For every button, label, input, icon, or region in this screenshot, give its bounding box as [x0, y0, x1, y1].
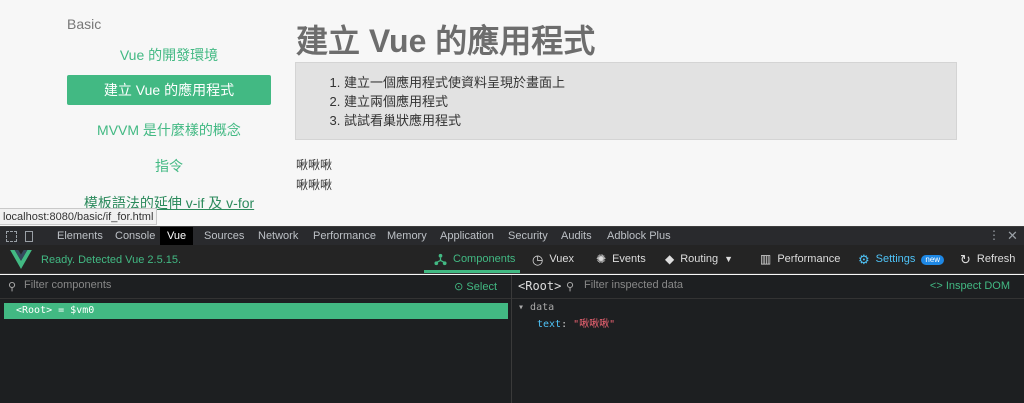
history-icon: ◷ [532, 252, 544, 267]
devtools-tab-bar: Elements Console Vue Sources Network Per… [0, 226, 1024, 246]
vue-logo-icon [10, 250, 32, 269]
notes-box: 建立一個應用程式使資料呈現於畫面上 建立兩個應用程式 試試看巢狀應用程式 [295, 62, 957, 140]
tab-application[interactable]: Application [433, 227, 501, 246]
data-section[interactable]: ▾ data [518, 302, 554, 313]
note-item: 建立兩個應用程式 [344, 92, 565, 111]
nav-events[interactable]: ✺ Events [596, 245, 646, 274]
status-url-tooltip: localhost:8080/basic/if_for.html [0, 208, 158, 225]
sidebar-item-dev-env[interactable]: Vue 的開發環境 [67, 45, 271, 65]
nav-vuex[interactable]: ◷ Vuex [532, 245, 574, 274]
more-options-icon[interactable]: ⋮ [988, 228, 1000, 242]
components-icon [434, 253, 447, 266]
inspect-dom-button[interactable]: <> Inspect DOM [930, 280, 1010, 292]
nav-routing[interactable]: ◆ Routing ▼ [665, 245, 733, 274]
tab-memory[interactable]: Memory [380, 227, 434, 246]
refresh-icon: ↻ [960, 252, 971, 267]
tab-elements[interactable]: Elements [50, 227, 110, 246]
tab-audits[interactable]: Audits [554, 227, 599, 246]
nav-performance[interactable]: ▥ Performance [760, 245, 840, 274]
routing-icon: ◆ [665, 252, 675, 266]
performance-icon: ▥ [760, 252, 772, 266]
output-text: 啾啾啾 [296, 178, 333, 192]
section-title: Basic [67, 16, 102, 32]
search-icon: ⚲ [566, 281, 575, 293]
selected-component-name: <Root> [518, 279, 562, 293]
filter-inspected-data-input[interactable] [584, 279, 884, 291]
inspector-search-row: <Root> ⚲ <> Inspect DOM [512, 275, 1024, 299]
sidebar-item-mvvm[interactable]: MVVM 是什麼樣的概念 [67, 120, 271, 140]
tab-adblock-plus[interactable]: Adblock Plus [600, 227, 678, 246]
nav-settings[interactable]: ⚙ Settings new [858, 245, 945, 274]
tab-performance[interactable]: Performance [306, 227, 383, 246]
prop-value: "啾啾啾" [573, 319, 616, 330]
components-panel: ⚲ ⊙ Select <Root> = $vm0 [0, 275, 512, 403]
output-text: 啾啾啾 [296, 158, 333, 172]
note-item: 建立一個應用程式使資料呈現於畫面上 [344, 73, 565, 92]
tab-security[interactable]: Security [501, 227, 555, 246]
tab-network[interactable]: Network [251, 227, 305, 246]
page: Basic Vue 的開發環境 建立 Vue 的應用程式 MVVM 是什麼樣的概… [0, 0, 1024, 403]
nav-refresh-label: Refresh [976, 253, 1016, 265]
note-item: 試試看巢狀應用程式 [344, 111, 565, 130]
new-badge: new [921, 254, 945, 265]
chevron-down-icon: ▼ [724, 254, 734, 264]
app-page: Basic Vue 的開發環境 建立 Vue 的應用程式 MVVM 是什麼樣的概… [0, 0, 1024, 226]
nav-refresh[interactable]: ↻ Refresh [960, 245, 1015, 274]
status-ready-text: Ready. Detected Vue 2.5.15. [41, 254, 182, 266]
nav-performance-label: Performance [777, 253, 841, 265]
page-title: 建立 Vue 的應用程式 [296, 23, 596, 59]
prop-separator: : [561, 319, 574, 330]
events-icon: ✺ [596, 252, 607, 266]
nav-events-label: Events [612, 253, 646, 265]
select-label: Select [466, 281, 497, 293]
close-icon[interactable]: ✕ [1007, 228, 1018, 244]
sidebar-item-create-app[interactable]: 建立 Vue 的應用程式 [67, 75, 271, 105]
inspect-element-icon[interactable] [6, 231, 17, 242]
notes-list: 建立一個應用程式使資料呈現於畫面上 建立兩個應用程式 試試看巢狀應用程式 [326, 73, 565, 130]
device-toolbar-icon[interactable] [25, 231, 33, 242]
components-search-row: ⚲ ⊙ Select [0, 275, 511, 299]
inspector-panel: <Root> ⚲ <> Inspect DOM ▾ data text: "啾啾… [512, 275, 1024, 403]
inspect-dom-label: Inspect DOM [945, 280, 1010, 292]
prop-key: text [537, 319, 562, 330]
active-tab-indicator [424, 270, 520, 273]
sidebar-item-directives[interactable]: 指令 [67, 156, 271, 176]
data-property-row[interactable]: text: "啾啾啾" [537, 315, 615, 330]
select-component-button[interactable]: ⊙ Select [454, 280, 497, 293]
tab-console[interactable]: Console [108, 227, 162, 246]
component-tree-root[interactable]: <Root> = $vm0 [4, 303, 508, 319]
nav-vuex-label: Vuex [549, 253, 575, 265]
filter-components-input[interactable] [24, 279, 324, 291]
tab-sources[interactable]: Sources [197, 227, 251, 246]
nav-routing-label: Routing [680, 253, 719, 265]
search-icon: ⚲ [8, 281, 17, 293]
tab-vue[interactable]: Vue [160, 227, 194, 246]
data-section-label: data [530, 302, 555, 313]
nav-settings-label: Settings [875, 253, 916, 265]
settings-icon: ⚙ [858, 252, 870, 267]
